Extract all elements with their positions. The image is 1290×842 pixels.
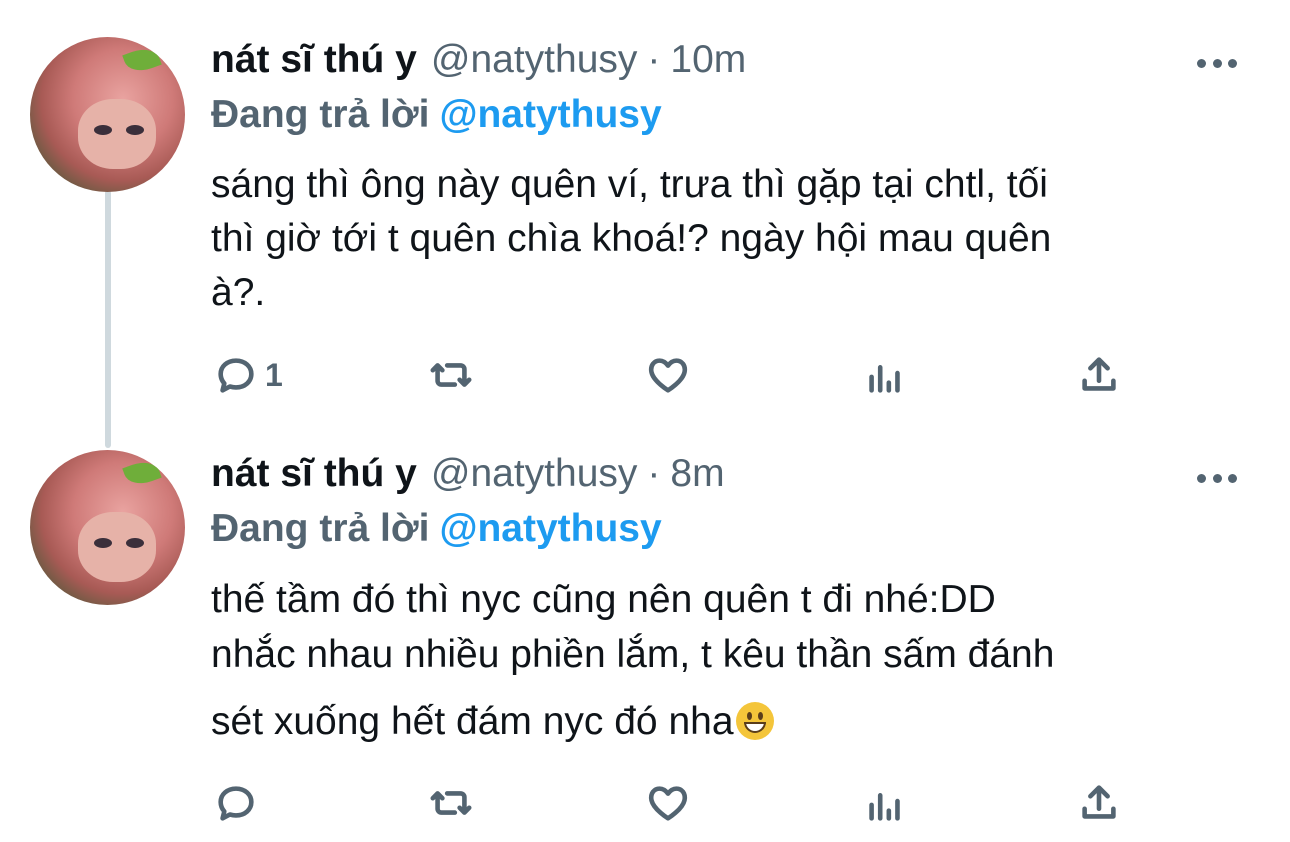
share-icon xyxy=(1082,357,1116,391)
avatar-eye xyxy=(94,125,112,135)
share-button[interactable] xyxy=(1076,778,1122,828)
mention-link[interactable]: @natythusy xyxy=(439,93,661,136)
heart-icon xyxy=(648,786,688,821)
mention-link[interactable]: @natythusy xyxy=(439,507,661,550)
avatar-eye xyxy=(126,538,144,548)
tweet-header: nát sĩ thú y @natythusy · 8m xyxy=(211,452,725,502)
replying-label: Đang trả lời xyxy=(211,507,430,550)
tweet-actions xyxy=(0,778,1290,828)
tweet-text-line-with-emoji: sét xuống hết đám nyc đó nha xyxy=(211,694,1221,749)
tweet-text: sáng thì ông này quên ví, trưa thì gặp t… xyxy=(211,158,1221,320)
user-handle[interactable]: @natythusy xyxy=(431,452,638,496)
retweet-button[interactable] xyxy=(428,778,474,828)
reply-button[interactable]: 1 xyxy=(213,350,283,400)
reply-button[interactable] xyxy=(213,778,259,828)
views-icon xyxy=(869,365,900,393)
tweet-text-line: thế tầm đó thì nyc cũng nên quên t đi nh… xyxy=(211,578,996,621)
separator-dot: · xyxy=(647,452,661,495)
avatar[interactable] xyxy=(30,450,185,605)
reply-count: 1 xyxy=(265,356,283,393)
more-icon[interactable] xyxy=(1197,473,1237,483)
tweet-text-line: sáng thì ông này quên ví, trưa thì gặp t… xyxy=(211,163,1048,206)
tweet[interactable]: nát sĩ thú y @natythusy · 10m Đang trả l… xyxy=(0,0,1290,430)
tweet-text-line: à?. xyxy=(211,271,266,314)
tweet-text-line: thì giờ tới t quên chìa khoá!? ngày hội … xyxy=(211,217,1052,260)
tweet-text: thế tầm đó thì nyc cũng nên quên t đi nh… xyxy=(211,572,1221,749)
like-button[interactable] xyxy=(645,778,691,828)
tweet-actions: 1 xyxy=(0,350,1290,400)
views-button[interactable] xyxy=(862,778,908,828)
replying-to: Đang trả lời @natythusy xyxy=(211,507,662,551)
replying-to: Đang trả lời @natythusy xyxy=(211,93,662,137)
avatar-face xyxy=(78,512,156,582)
reply-icon xyxy=(218,786,254,821)
reply-icon xyxy=(218,358,254,393)
retweet-button[interactable] xyxy=(428,350,474,400)
heart-icon xyxy=(648,358,688,393)
display-name[interactable]: nát sĩ thú y xyxy=(211,452,417,496)
retweet-icon xyxy=(430,791,472,815)
tweet-text-line: nhắc nhau nhiều phiền lắm, t kêu thần sấ… xyxy=(211,633,1055,676)
avatar-face xyxy=(78,99,156,169)
avatar[interactable] xyxy=(30,37,185,192)
like-button[interactable] xyxy=(645,350,691,400)
display-name[interactable]: nát sĩ thú y xyxy=(211,38,417,82)
views-button[interactable] xyxy=(862,350,908,400)
grinning-face-emoji xyxy=(735,702,774,740)
avatar-leaf xyxy=(122,43,162,77)
user-handle[interactable]: @natythusy xyxy=(431,38,638,82)
share-icon xyxy=(1082,785,1116,819)
separator-dot: · xyxy=(647,38,661,81)
timestamp[interactable]: 8m xyxy=(670,452,724,496)
tweet-header: nát sĩ thú y @natythusy · 10m xyxy=(211,38,746,88)
retweet-icon xyxy=(430,363,472,387)
avatar-eye xyxy=(126,125,144,135)
tweet[interactable]: nát sĩ thú y @natythusy · 8m Đang trả lờ… xyxy=(0,430,1290,842)
more-icon[interactable] xyxy=(1197,58,1237,68)
views-icon xyxy=(869,793,900,821)
avatar-leaf xyxy=(122,456,162,490)
tweet-text-line: sét xuống hết đám nyc đó nha xyxy=(211,700,734,743)
avatar-eye xyxy=(94,538,112,548)
share-button[interactable] xyxy=(1076,350,1122,400)
timestamp[interactable]: 10m xyxy=(670,38,746,82)
replying-label: Đang trả lời xyxy=(211,93,430,136)
